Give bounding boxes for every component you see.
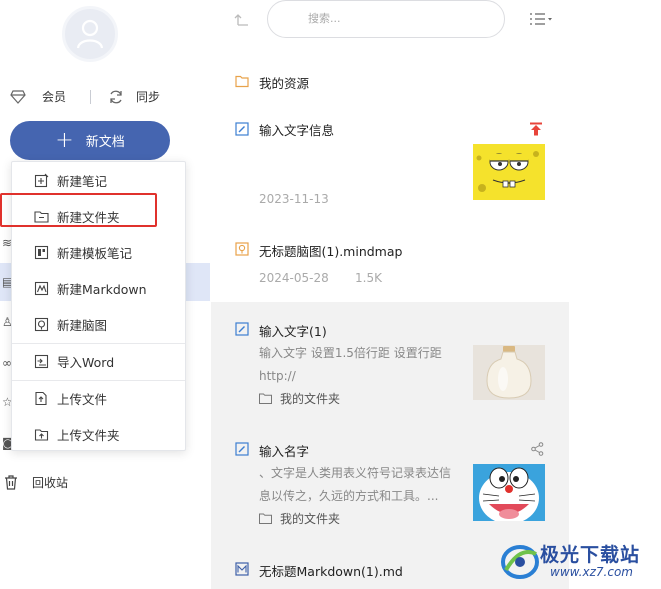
item-title: 无标题Markdown(1).md bbox=[259, 564, 403, 579]
item-title: 输入名字 bbox=[259, 444, 310, 459]
watermark-cn-text: 极光下载站 bbox=[540, 544, 641, 566]
note-icon bbox=[235, 442, 249, 456]
user-icon bbox=[77, 19, 103, 49]
item-folder: 我的文件夹 bbox=[259, 390, 340, 407]
list-item[interactable]: 输入文字(1) 输入文字 设置1.5倍行距 设置行距 http:// 我的文件夹 bbox=[211, 310, 569, 420]
item-title: 输入文字信息 bbox=[259, 123, 335, 138]
item-date: 2024-05-28 bbox=[259, 271, 329, 285]
vip-label: 会员 bbox=[42, 90, 67, 104]
menu-item-upload-file[interactable]: 上传文件 bbox=[12, 381, 185, 415]
editor-panel bbox=[570, 0, 661, 589]
search-input[interactable]: 搜索... bbox=[267, 0, 505, 38]
thumbnail-image bbox=[473, 345, 545, 400]
item-snippet: 输入文字 设置1.5倍行距 设置行距 http:// bbox=[259, 346, 442, 383]
list-item[interactable]: 输入名字 、文字是人类用表义符号记录表达信息以传之，久远的方式和工具。... 我… bbox=[211, 430, 569, 540]
share-icon[interactable] bbox=[531, 442, 544, 456]
avatar[interactable] bbox=[62, 6, 118, 62]
diamond-icon bbox=[10, 89, 26, 104]
list-view-icon[interactable] bbox=[529, 12, 553, 26]
highlight-annotation bbox=[0, 193, 157, 227]
doraemon-thumbnail bbox=[473, 464, 545, 521]
upload-folder-icon bbox=[34, 428, 49, 441]
mindmap-icon bbox=[34, 317, 49, 331]
markdown-icon bbox=[34, 281, 49, 295]
sync-icon bbox=[110, 90, 122, 103]
item-date: 2023-11-13 bbox=[259, 192, 329, 206]
watermark-logo: 极光下载站 www.xz7.com bbox=[500, 538, 660, 586]
folder-icon bbox=[259, 393, 272, 404]
vip-button[interactable]: 会员 bbox=[10, 88, 66, 105]
list-item[interactable]: 无标题脑图(1).mindmap 2024-05-28 1.5K bbox=[211, 232, 569, 298]
divider bbox=[90, 90, 91, 104]
folder-icon bbox=[235, 75, 249, 88]
menu-item-new-markdown[interactable]: 新建Markdown bbox=[12, 271, 185, 305]
menu-item-label: 新建笔记 bbox=[57, 173, 108, 189]
sync-label: 同步 bbox=[136, 90, 161, 104]
menu-item-label: 新建脑图 bbox=[57, 317, 108, 333]
item-folder-label: 我的文件夹 bbox=[280, 512, 341, 526]
menu-item-import-word[interactable]: 导入Word bbox=[12, 344, 185, 378]
search-placeholder: 搜索... bbox=[308, 12, 341, 25]
trash-nav-item[interactable]: 回收站 bbox=[4, 474, 68, 491]
menu-item-label: 新建Markdown bbox=[57, 281, 147, 297]
trash-icon bbox=[5, 475, 17, 490]
watermark-url-text: www.xz7.com bbox=[550, 565, 633, 579]
item-size: 1.5K bbox=[355, 271, 382, 285]
pin-icon[interactable] bbox=[529, 122, 543, 136]
item-title: 输入文字(1) bbox=[259, 324, 327, 339]
menu-item-new-template-note[interactable]: 新建模板笔记 bbox=[12, 235, 185, 269]
item-title: 无标题脑图(1).mindmap bbox=[259, 244, 403, 259]
new-document-label: 新文档 bbox=[85, 135, 125, 150]
menu-item-new-mindmap[interactable]: 新建脑图 bbox=[12, 307, 185, 341]
menu-item-upload-folder[interactable]: 上传文件夹 bbox=[12, 417, 185, 451]
trash-label: 回收站 bbox=[32, 476, 69, 490]
list-item[interactable]: 我的资源 bbox=[211, 66, 569, 100]
aurora-logo-icon bbox=[501, 545, 539, 579]
item-snippet: 、文字是人类用表义符号记录表达信息以传之，久远的方式和工具。... bbox=[259, 466, 452, 503]
plus-icon: + bbox=[55, 127, 74, 153]
list-toolbar: 搜索... bbox=[211, 0, 569, 40]
folder-icon bbox=[259, 513, 272, 524]
note-icon bbox=[235, 122, 249, 136]
member-sync-row: 会员 同步 bbox=[8, 86, 208, 108]
menu-item-label: 上传文件 bbox=[57, 391, 108, 407]
sync-button[interactable]: 同步 bbox=[108, 88, 160, 105]
item-title: 我的资源 bbox=[259, 76, 310, 91]
new-document-button[interactable]: + 新文档 bbox=[10, 121, 170, 160]
app-window: 会员 同步 + 新文档 ≋ ▤ ♙ ∞ ☆ ◙ 回收站 新建笔记 新建文件夹 新… bbox=[0, 0, 661, 589]
new-note-icon bbox=[34, 173, 49, 187]
menu-item-new-note[interactable]: 新建笔记 bbox=[12, 163, 185, 197]
markdown-file-icon bbox=[235, 562, 249, 576]
upload-file-icon bbox=[35, 391, 47, 405]
file-list: 搜索... 我的资源 输入文字信息 2023-11-13 无标题脑图(1).mi… bbox=[211, 0, 569, 589]
template-note-icon bbox=[34, 245, 49, 259]
bottle-thumbnail bbox=[473, 345, 545, 400]
list-item[interactable]: 输入文字信息 2023-11-13 bbox=[211, 108, 569, 218]
item-folder-label: 我的文件夹 bbox=[280, 392, 341, 406]
mindmap-file-icon bbox=[235, 242, 249, 256]
menu-item-label: 上传文件夹 bbox=[57, 427, 120, 443]
spongebob-thumbnail bbox=[473, 144, 545, 200]
up-level-icon[interactable] bbox=[233, 10, 251, 28]
import-word-icon bbox=[34, 354, 49, 368]
menu-item-label: 新建模板笔记 bbox=[57, 245, 133, 261]
item-folder: 我的文件夹 bbox=[259, 510, 340, 527]
note-icon bbox=[235, 322, 249, 336]
thumbnail-image bbox=[473, 144, 545, 200]
menu-item-label: 导入Word bbox=[57, 354, 115, 370]
thumbnail-image bbox=[473, 464, 545, 521]
